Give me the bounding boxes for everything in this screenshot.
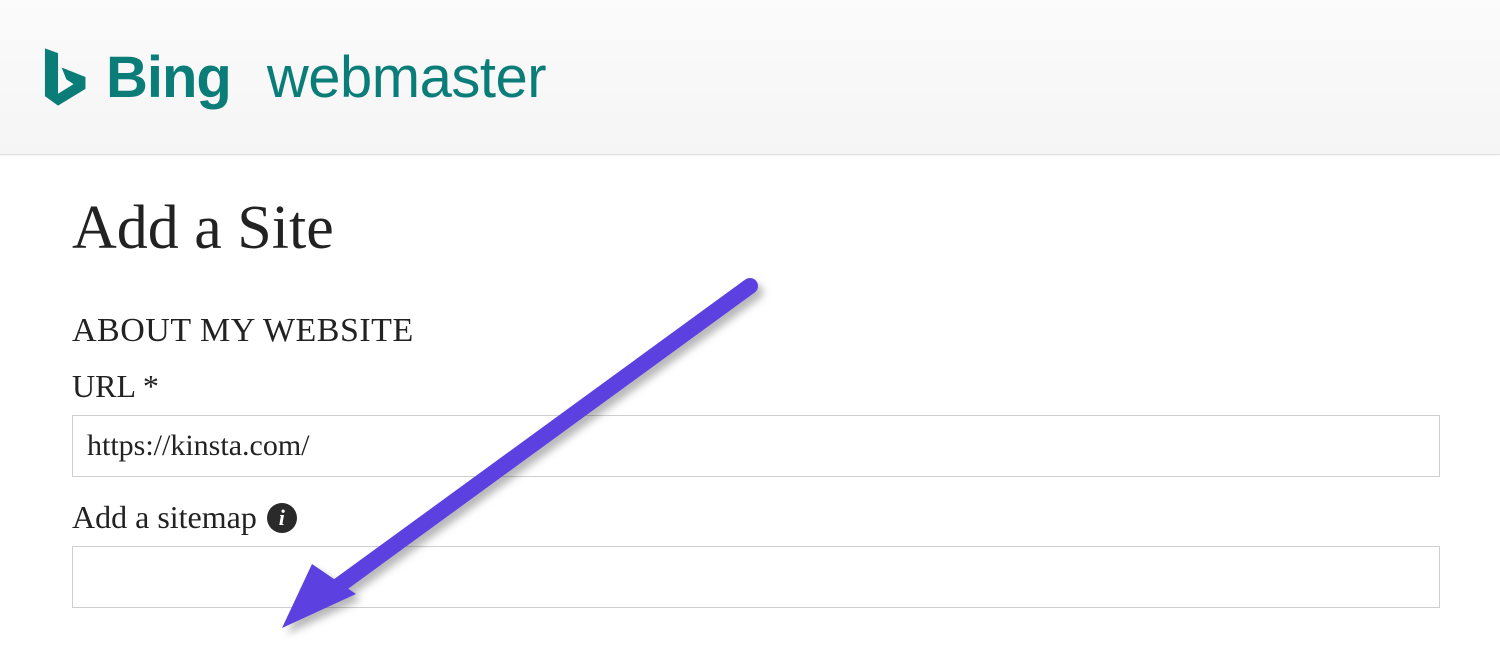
sitemap-label-text: Add a sitemap — [72, 499, 257, 536]
brand-logo-group[interactable]: Bing webmaster — [40, 44, 546, 111]
bing-logo-icon — [40, 46, 88, 108]
section-label-about: ABOUT MY WEBSITE — [72, 312, 1440, 350]
info-icon[interactable]: i — [267, 503, 297, 533]
product-name: webmaster — [267, 44, 546, 111]
main-content: Add a Site ABOUT MY WEBSITE URL * Add a … — [0, 155, 1500, 630]
sitemap-input[interactable] — [72, 546, 1440, 608]
url-input[interactable] — [72, 415, 1440, 477]
header: Bing webmaster — [0, 0, 1500, 155]
sitemap-field-label: Add a sitemap i — [72, 499, 1440, 536]
url-label-text: URL * — [72, 368, 159, 405]
page-title: Add a Site — [72, 193, 1440, 264]
url-field-label: URL * — [72, 368, 1440, 405]
brand-name: Bing — [106, 44, 231, 111]
